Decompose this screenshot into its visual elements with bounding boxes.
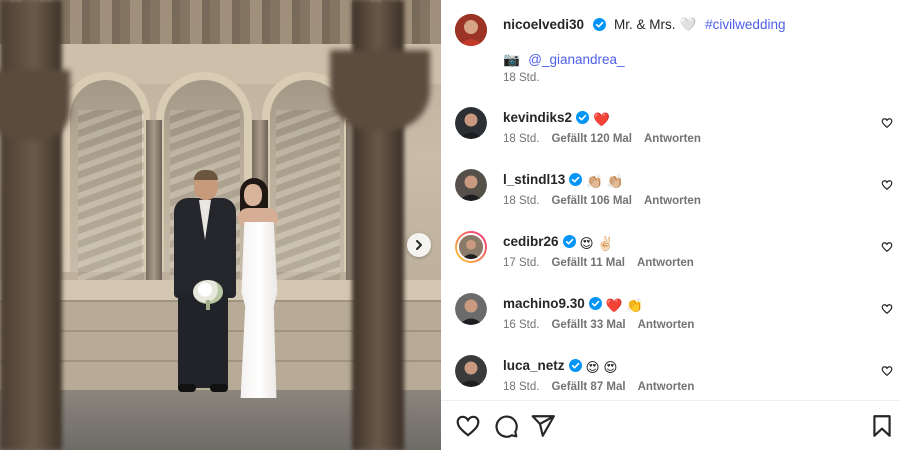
avatar-icon (455, 169, 487, 201)
avatar-icon (455, 355, 487, 387)
post-caption: nicoelvedi30 Mr. & Mrs. 🤍 #civilwedding (503, 16, 883, 34)
comment-item: cedibr26 😍 ✌🏻 (503, 233, 863, 252)
comment-item: luca_netz 😍 😍 (503, 357, 863, 376)
comment-likes[interactable]: Gefällt 106 Mal (551, 195, 632, 207)
comment-like-heart-icon[interactable] (881, 179, 893, 191)
avatar-icon (457, 233, 485, 261)
reply-button[interactable]: Antworten (644, 133, 701, 145)
comment-text: ❤️ (593, 112, 610, 127)
author-username[interactable]: nicoelvedi30 (503, 17, 584, 32)
reply-button[interactable]: Antworten (638, 319, 695, 331)
comment-like-heart-icon[interactable] (881, 241, 893, 253)
comment-time: 17 Std. (503, 257, 540, 269)
comment-text: 👏🏼 👏🏼 (586, 174, 624, 189)
like-heart-icon[interactable] (455, 413, 481, 439)
photo-relief (78, 110, 144, 280)
post-credit: 📷 @_gianandrea_ (503, 51, 883, 69)
photo-pillar-left-capital (0, 70, 70, 140)
verified-badge-icon (592, 18, 606, 31)
share-icon[interactable] (530, 413, 556, 439)
commenter-avatar[interactable] (455, 231, 487, 263)
carousel-next-button[interactable] (407, 233, 431, 257)
reply-button[interactable]: Antworten (637, 257, 694, 269)
comment-like-heart-icon[interactable] (881, 365, 893, 377)
comment-likes[interactable]: Gefällt 33 Mal (551, 319, 625, 331)
caption-hashtag[interactable]: #civilwedding (705, 17, 785, 32)
comments-panel: nicoelvedi30 Mr. & Mrs. 🤍 #civilwedding … (441, 0, 900, 450)
comment-like-heart-icon[interactable] (881, 117, 893, 129)
comment-time: 16 Std. (503, 319, 540, 331)
bookmark-icon[interactable] (869, 413, 895, 439)
photo-column (146, 120, 162, 290)
comment-text: 😍 ✌🏻 (579, 236, 615, 251)
photo-pillar-right-capital (330, 50, 430, 130)
verified-badge-icon (576, 111, 590, 124)
commenter-username[interactable]: machino9.30 (503, 296, 585, 311)
comment-text: 😍 😍 (585, 360, 618, 375)
caption-text: Mr. & Mrs. (613, 17, 676, 32)
comment-meta: 17 Std. Gefällt 11 Mal Antworten (503, 257, 706, 269)
reply-button[interactable]: Antworten (638, 381, 695, 393)
comment-like-heart-icon[interactable] (881, 303, 893, 315)
commenter-avatar[interactable] (455, 107, 487, 139)
commenter-username[interactable]: l_stindl13 (503, 172, 565, 187)
comment-text: ❤️ 👏 (605, 298, 644, 313)
comment-item: l_stindl13 👏🏼 👏🏼 (503, 171, 863, 190)
comment-item: machino9.30 ❤️ 👏 (503, 295, 863, 314)
comment-meta: 18 Std. Gefällt 106 Mal Antworten (503, 195, 713, 207)
comment-icon[interactable] (493, 413, 519, 439)
comment-time: 18 Std. (503, 133, 540, 145)
photo-pillar-left (0, 0, 62, 450)
reply-button[interactable]: Antworten (644, 195, 701, 207)
comment-meta: 16 Std. Gefällt 33 Mal Antworten (503, 319, 706, 331)
avatar-icon (455, 14, 487, 46)
comment-likes[interactable]: Gefällt 87 Mal (551, 381, 625, 393)
author-avatar[interactable] (455, 14, 487, 46)
verified-badge-icon (588, 297, 602, 310)
comment-meta: 18 Std. Gefällt 120 Mal Antworten (503, 133, 713, 145)
comment-item: kevindiks2 ❤️ (503, 109, 863, 128)
verified-badge-icon (568, 359, 582, 372)
carousel-next-icon (416, 240, 422, 250)
commenter-username[interactable]: kevindiks2 (503, 110, 572, 125)
commenter-username[interactable]: cedibr26 (503, 234, 559, 249)
photo-bride (228, 178, 292, 398)
commenter-avatar[interactable] (455, 293, 487, 325)
comment-likes[interactable]: Gefällt 11 Mal (551, 257, 625, 269)
credit-mention[interactable]: @_gianandrea_ (528, 52, 624, 67)
comment-time: 18 Std. (503, 381, 540, 393)
post-time-label: 18 Std. (503, 72, 540, 84)
caption-emoji: 🤍 (679, 17, 697, 32)
post-action-bar (441, 400, 900, 450)
comment-meta: 18 Std. Gefällt 87 Mal Antworten (503, 381, 706, 393)
commenter-avatar[interactable] (455, 169, 487, 201)
post-time[interactable]: 18 Std. (503, 72, 551, 84)
photo-bouquet-stem (206, 300, 210, 310)
comment-time: 18 Std. (503, 195, 540, 207)
post-photo[interactable] (0, 0, 441, 450)
camera-emoji: 📷 (503, 52, 520, 67)
verified-badge-icon (562, 235, 576, 248)
comment-likes[interactable]: Gefällt 120 Mal (551, 133, 632, 145)
verified-badge-icon (569, 173, 583, 186)
avatar-icon (455, 293, 487, 325)
commenter-avatar[interactable] (455, 355, 487, 387)
commenter-username[interactable]: luca_netz (503, 358, 565, 373)
avatar-icon (455, 107, 487, 139)
